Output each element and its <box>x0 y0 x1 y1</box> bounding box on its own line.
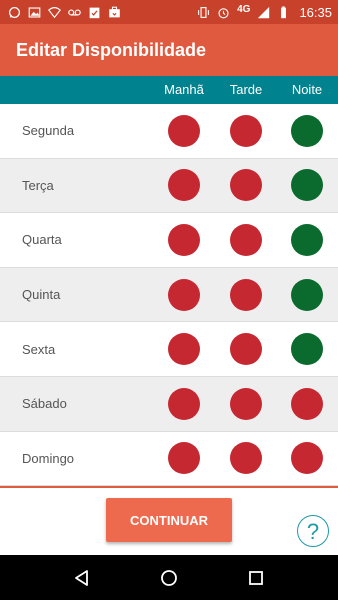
day-row: Sexta <box>0 322 338 377</box>
day-label: Quarta <box>22 232 62 248</box>
column-header-night: Noite <box>291 82 323 97</box>
availability-toggle[interactable] <box>291 387 323 420</box>
day-row: Quarta <box>0 213 338 268</box>
availability-toggle[interactable] <box>291 278 323 311</box>
divider <box>0 486 338 488</box>
availability-toggle[interactable] <box>230 114 262 147</box>
day-label: Segunda <box>22 123 75 139</box>
availability-toggle[interactable] <box>291 442 323 475</box>
day-label: Quinta <box>22 287 61 303</box>
day-row: Terça <box>0 158 338 214</box>
recents-icon[interactable] <box>244 566 268 590</box>
availability-toggle[interactable] <box>291 333 323 366</box>
availability-toggle[interactable] <box>168 387 200 420</box>
vibrate-icon <box>197 6 210 19</box>
help-button[interactable]: ? <box>297 515 329 547</box>
day-label: Domingo <box>22 450 75 466</box>
availability-toggle[interactable] <box>230 387 262 420</box>
home-icon[interactable] <box>157 566 181 590</box>
availability-toggle[interactable] <box>168 278 200 311</box>
battery-icon <box>277 5 290 19</box>
briefcase-icon <box>108 6 121 19</box>
column-header-afternoon: Tarde <box>229 82 263 97</box>
page-title: Editar Disponibilidade <box>16 39 207 60</box>
availability-toggle[interactable] <box>230 169 262 202</box>
availability-list: Segunda Terça Quarta Quinta Sexta Sábado… <box>0 104 338 487</box>
whatsapp-icon <box>8 6 21 19</box>
clipboard-check-icon <box>88 6 101 19</box>
clock: 16:35 <box>299 4 332 20</box>
day-label: Terça <box>22 177 54 193</box>
network-type: 4G <box>237 3 251 15</box>
availability-toggle[interactable] <box>230 223 262 256</box>
continue-button[interactable]: CONTINUAR <box>106 498 232 542</box>
day-row: Sábado <box>0 376 338 432</box>
day-row: Segunda <box>0 104 338 159</box>
back-icon[interactable] <box>70 566 94 590</box>
availability-toggle[interactable] <box>230 333 262 366</box>
availability-toggle[interactable] <box>168 333 200 366</box>
period-header: Manhã Tarde Noite <box>0 76 338 104</box>
availability-toggle[interactable] <box>168 114 200 147</box>
wifi-icon <box>48 6 61 19</box>
voicemail-icon <box>68 6 81 19</box>
day-label: Sexta <box>22 341 56 357</box>
signal-icon <box>257 6 270 19</box>
availability-toggle[interactable] <box>230 442 262 475</box>
navigation-bar <box>0 555 338 600</box>
availability-toggle[interactable] <box>291 169 323 202</box>
day-label: Sábado <box>22 396 67 412</box>
alarm-icon <box>217 6 230 19</box>
day-row: Quinta <box>0 267 338 323</box>
status-bar: 4G 16:35 <box>0 0 338 24</box>
app-bar: Editar Disponibilidade <box>0 24 338 76</box>
availability-toggle[interactable] <box>168 442 200 475</box>
availability-toggle[interactable] <box>168 223 200 256</box>
availability-toggle[interactable] <box>291 223 323 256</box>
availability-toggle[interactable] <box>230 278 262 311</box>
column-header-morning: Manhã <box>164 82 204 97</box>
day-row: Domingo <box>0 432 338 487</box>
image-icon <box>28 6 41 19</box>
availability-toggle[interactable] <box>168 169 200 202</box>
availability-toggle[interactable] <box>291 114 323 147</box>
